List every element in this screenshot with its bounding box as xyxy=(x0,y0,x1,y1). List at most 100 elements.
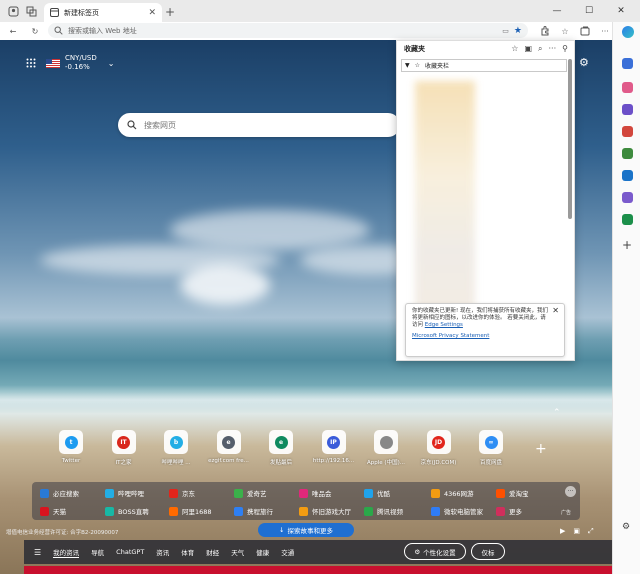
back-icon[interactable]: ← xyxy=(6,24,20,38)
hot-link[interactable]: 腾讯视频 xyxy=(364,506,403,516)
collections-icon[interactable] xyxy=(578,24,592,38)
site-logo-icon xyxy=(234,488,243,498)
microsoft365-icon[interactable] xyxy=(622,148,633,159)
close-icon[interactable]: ✕ xyxy=(552,307,559,315)
hot-link[interactable]: 爱淘宝 xyxy=(496,488,529,498)
hot-link[interactable]: 更多 xyxy=(496,506,522,516)
star-outline-icon: ☆ xyxy=(414,62,421,69)
search-favorites-icon[interactable]: ⌕ xyxy=(538,44,542,54)
hot-link[interactable]: 微软电脑管家 xyxy=(431,506,483,516)
more-options-icon[interactable]: ··· xyxy=(549,44,557,54)
close-tab-icon[interactable]: ✕ xyxy=(148,8,156,18)
feed-tab[interactable]: 健康 xyxy=(256,547,269,557)
hot-link-label: 爱淘宝 xyxy=(509,490,529,498)
add-favorite-icon[interactable]: ☆ xyxy=(511,44,518,54)
tab-new-tab[interactable]: 新建标签页 ✕ xyxy=(44,3,162,22)
quick-link[interactable]: IT IT之家 xyxy=(105,430,143,466)
profile-icon[interactable] xyxy=(6,4,20,18)
new-tab-page-icon xyxy=(50,8,59,17)
hot-link[interactable]: BOSS直聘 xyxy=(105,506,149,516)
reader-view-icon[interactable]: ▭ xyxy=(502,27,509,35)
web-search-box[interactable]: 搜索网页 xyxy=(118,113,400,137)
page-settings-gear-icon[interactable]: ⚙ xyxy=(579,56,589,69)
feed-tab[interactable]: 资讯 xyxy=(156,547,169,557)
hot-links-more-icon[interactable]: ··· xyxy=(565,486,576,497)
hot-link[interactable]: 优酷 xyxy=(364,488,390,498)
hot-link[interactable]: 京东 xyxy=(169,488,195,498)
pin-icon[interactable]: ⚲ xyxy=(562,44,568,54)
shopping-icon[interactable] xyxy=(622,82,633,93)
quick-link[interactable]: e 发贴最后 xyxy=(262,430,300,466)
hot-link-label: 4366网游 xyxy=(444,490,474,498)
favorites-bar-folder[interactable]: ▼ ☆ 收藏夹栏 xyxy=(401,59,567,72)
hot-link[interactable]: 爱奇艺 xyxy=(234,488,267,498)
image-info-icon[interactable]: ▣ xyxy=(573,527,580,536)
favorites-scrollbar[interactable] xyxy=(568,59,572,219)
workspaces-icon[interactable] xyxy=(24,4,38,18)
e-tree-icon[interactable] xyxy=(622,214,633,225)
add-sidebar-app-icon[interactable]: + xyxy=(622,238,632,252)
site-logo-icon xyxy=(169,506,178,516)
games-icon[interactable] xyxy=(622,126,633,137)
hot-link[interactable]: 必应搜索 xyxy=(40,488,79,498)
personalize-button[interactable]: ⚙ 个性化设置 xyxy=(404,543,466,560)
site-logo-icon xyxy=(431,506,440,516)
address-bar[interactable]: 搜索或输入 Web 地址 ▭ ★ xyxy=(48,23,528,38)
quick-link[interactable]: Apple (中国)... xyxy=(367,430,405,466)
quick-link[interactable]: JD 京东(JD.COM) xyxy=(420,430,458,466)
currency-widget[interactable]: CNY/USD -0.16% ⌄ xyxy=(46,54,114,72)
hot-link-label: 优酷 xyxy=(377,490,390,498)
feed-tab[interactable]: 我的资讯 xyxy=(53,547,80,558)
settings-more-icon[interactable]: ··· xyxy=(598,24,612,38)
hot-link[interactable]: 怀旧游戏大厅 xyxy=(299,506,351,516)
feed-tab[interactable]: 天气 xyxy=(231,547,244,557)
privacy-statement-link[interactable]: Microsoft Privacy Statement xyxy=(412,333,489,339)
sidebar-settings-icon[interactable]: ⚙ xyxy=(622,522,630,532)
apps-grid-icon[interactable] xyxy=(26,58,36,70)
hot-link[interactable]: 4366网游 xyxy=(431,488,474,498)
star-filled-icon[interactable]: ★ xyxy=(514,26,522,36)
quick-link-tile: IP xyxy=(321,430,346,454)
explore-button[interactable]: ↓ 探索故事和更多 xyxy=(258,523,354,537)
quick-link[interactable]: IP http://192.16... xyxy=(313,430,354,464)
add-shortcut-button[interactable]: + xyxy=(535,441,547,457)
menu-icon[interactable]: ☰ xyxy=(34,548,41,557)
expand-icon[interactable]: ⤢ xyxy=(588,527,594,536)
quick-link[interactable]: e ezgif.com fre... xyxy=(208,430,249,464)
explore-label: 探索故事和更多 xyxy=(287,527,333,535)
quick-link[interactable]: b 哔哩哔哩 ... xyxy=(157,430,195,466)
quick-link-label: Twitter xyxy=(61,458,81,464)
copilot-icon[interactable] xyxy=(622,26,634,38)
hot-link[interactable]: 天猫 xyxy=(40,506,66,516)
favorites-toolbar-icon[interactable]: ☆ xyxy=(558,24,572,38)
minimize-button[interactable]: — xyxy=(546,3,568,19)
feed-tab[interactable]: 财经 xyxy=(206,547,219,557)
refresh-icon[interactable]: ↻ xyxy=(28,24,42,38)
edge-settings-link[interactable]: Edge Settings xyxy=(425,322,463,328)
extensions-icon[interactable] xyxy=(538,24,552,38)
news-banner[interactable] xyxy=(24,566,612,574)
feed-tab[interactable]: ChatGPT xyxy=(116,548,144,556)
hot-link[interactable]: 哔哩哔哩 xyxy=(105,488,144,498)
search-sidebar-icon[interactable] xyxy=(622,58,633,69)
collapse-up-icon[interactable]: ⌃ xyxy=(553,408,561,418)
new-tab-button[interactable]: + xyxy=(163,5,177,19)
hot-link[interactable]: 唯品会 xyxy=(299,488,332,498)
quick-link[interactable]: ∞ 百度网盘 xyxy=(472,430,510,466)
hot-link[interactable]: 携程旅行 xyxy=(234,506,273,516)
currency-change: -0.16% xyxy=(65,63,90,71)
feed-tab[interactable]: 导航 xyxy=(91,547,104,557)
add-folder-icon[interactable]: ▣ xyxy=(524,44,532,54)
outlook-icon[interactable] xyxy=(622,170,633,181)
layout-button[interactable]: 仅标 xyxy=(471,543,505,560)
hot-link[interactable]: 阿里1688 xyxy=(169,506,212,516)
quick-link[interactable]: t Twitter xyxy=(52,430,90,464)
feed-tab[interactable]: 交通 xyxy=(281,547,294,557)
tools-icon[interactable] xyxy=(622,104,633,115)
feed-tab[interactable]: 体育 xyxy=(181,547,194,557)
chevron-down-icon[interactable]: ⌄ xyxy=(108,59,115,68)
close-window-button[interactable]: ✕ xyxy=(610,3,632,19)
maximize-button[interactable]: ☐ xyxy=(578,3,600,19)
drop-icon[interactable] xyxy=(622,192,633,203)
play-icon[interactable]: ▶ xyxy=(560,527,565,536)
